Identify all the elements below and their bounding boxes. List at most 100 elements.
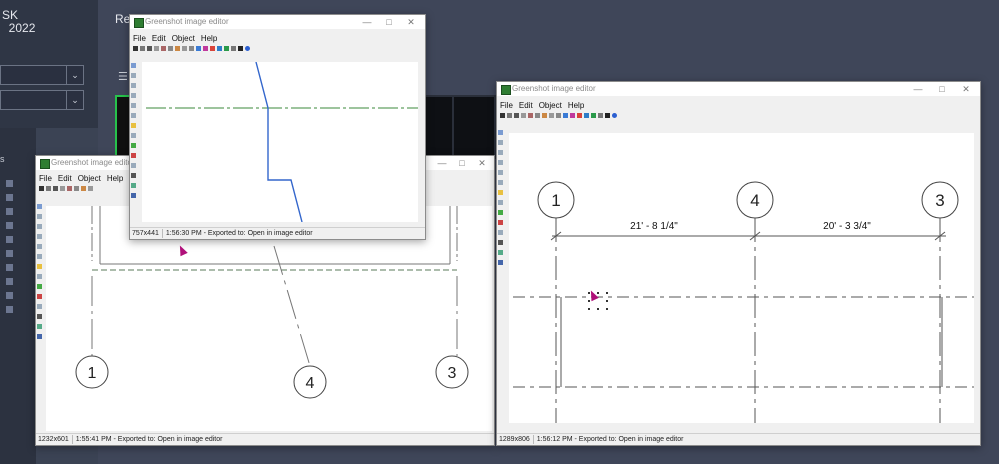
image-canvas[interactable]: 1 4 3 21' - 8 1/4" 20' - 3 3/4": [509, 133, 974, 423]
help-icon[interactable]: [245, 46, 250, 51]
save-icon[interactable]: [500, 113, 505, 118]
copy-icon[interactable]: [46, 186, 51, 191]
save-icon[interactable]: [133, 46, 138, 51]
crop-tool-icon[interactable]: [37, 314, 42, 319]
print-icon[interactable]: [147, 46, 152, 51]
settings-icon[interactable]: [154, 46, 159, 51]
paste-icon[interactable]: [168, 46, 173, 51]
copy-icon[interactable]: [140, 46, 145, 51]
cut-icon[interactable]: [528, 113, 533, 118]
text-tool-icon[interactable]: [498, 210, 503, 215]
crop-tool-icon[interactable]: [131, 173, 136, 178]
undo-icon[interactable]: [175, 46, 180, 51]
rectangle-tool-icon[interactable]: [498, 140, 503, 145]
resize-tool-icon[interactable]: [131, 193, 136, 198]
email-icon[interactable]: [584, 113, 589, 118]
arrow-tool-icon[interactable]: [37, 244, 42, 249]
info-icon[interactable]: [605, 113, 610, 118]
speech-bubble-tool-icon[interactable]: [37, 304, 42, 309]
save-icon[interactable]: [39, 186, 44, 191]
obfuscate-tool-icon[interactable]: [37, 274, 42, 279]
upload-icon[interactable]: [570, 113, 575, 118]
minimize-button[interactable]: —: [357, 16, 377, 28]
line-tool-icon[interactable]: [498, 160, 503, 165]
close-button[interactable]: ✕: [472, 157, 492, 169]
grid-label: 4: [306, 375, 315, 392]
paste-icon[interactable]: [535, 113, 540, 118]
resize-tool-icon[interactable]: [498, 260, 503, 265]
rotate-icon[interactable]: [189, 46, 194, 51]
info-icon[interactable]: [238, 46, 243, 51]
list-view-icon[interactable]: ☰: [118, 70, 128, 83]
upload-icon[interactable]: [203, 46, 208, 51]
redo-icon[interactable]: [182, 46, 187, 51]
image-canvas[interactable]: [142, 62, 418, 222]
recent-thumbnail[interactable]: [452, 95, 496, 159]
arrow-tool-icon[interactable]: [498, 170, 503, 175]
close-button[interactable]: ✕: [401, 16, 421, 28]
maximize-button[interactable]: □: [379, 16, 399, 28]
template-dropdown[interactable]: ⌄: [0, 65, 84, 85]
image-tool-icon[interactable]: [37, 324, 42, 329]
speech-bubble-tool-icon[interactable]: [131, 163, 136, 168]
copy-icon[interactable]: [507, 113, 512, 118]
obfuscate-tool-icon[interactable]: [131, 133, 136, 138]
rotate-icon[interactable]: [556, 113, 561, 118]
paste-icon[interactable]: [74, 186, 79, 191]
image-tool-icon[interactable]: [498, 250, 503, 255]
maximize-button[interactable]: □: [932, 83, 952, 95]
cut-icon[interactable]: [161, 46, 166, 51]
minimize-button[interactable]: —: [908, 83, 928, 95]
print-icon[interactable]: [514, 113, 519, 118]
counter-tool-icon[interactable]: [498, 220, 503, 225]
arrow-tool-icon[interactable]: [131, 103, 136, 108]
cut-icon[interactable]: [67, 186, 72, 191]
pen-tool-icon[interactable]: [37, 254, 42, 259]
text-tool-icon[interactable]: [131, 143, 136, 148]
settings-icon[interactable]: [521, 113, 526, 118]
minimize-button[interactable]: —: [432, 157, 452, 169]
share-icon[interactable]: [577, 113, 582, 118]
cursor-tool-icon[interactable]: [498, 130, 503, 135]
ellipse-tool-icon[interactable]: [37, 224, 42, 229]
redo-icon[interactable]: [88, 186, 93, 191]
ellipse-tool-icon[interactable]: [498, 150, 503, 155]
crop-tool-icon[interactable]: [498, 240, 503, 245]
excel-icon[interactable]: [591, 113, 596, 118]
counter-tool-icon[interactable]: [37, 294, 42, 299]
print-icon[interactable]: [53, 186, 58, 191]
export-icon[interactable]: [196, 46, 201, 51]
pen-tool-icon[interactable]: [131, 113, 136, 118]
excel-icon[interactable]: [224, 46, 229, 51]
highlight-tool-icon[interactable]: [131, 123, 136, 128]
obfuscate-tool-icon[interactable]: [498, 200, 503, 205]
counter-tool-icon[interactable]: [131, 153, 136, 158]
email-icon[interactable]: [217, 46, 222, 51]
resize-tool-icon[interactable]: [37, 334, 42, 339]
open-dropdown[interactable]: ⌄: [0, 90, 84, 110]
word-icon[interactable]: [598, 113, 603, 118]
redo-icon[interactable]: [549, 113, 554, 118]
pen-tool-icon[interactable]: [498, 180, 503, 185]
speech-bubble-tool-icon[interactable]: [498, 230, 503, 235]
rectangle-tool-icon[interactable]: [131, 73, 136, 78]
image-tool-icon[interactable]: [131, 183, 136, 188]
undo-icon[interactable]: [542, 113, 547, 118]
close-button[interactable]: ✕: [956, 83, 976, 95]
cursor-tool-icon[interactable]: [37, 204, 42, 209]
maximize-button[interactable]: □: [452, 157, 472, 169]
share-icon[interactable]: [210, 46, 215, 51]
export-icon[interactable]: [563, 113, 568, 118]
word-icon[interactable]: [231, 46, 236, 51]
cursor-tool-icon[interactable]: [131, 63, 136, 68]
highlight-tool-icon[interactable]: [37, 264, 42, 269]
line-tool-icon[interactable]: [37, 234, 42, 239]
settings-icon[interactable]: [60, 186, 65, 191]
text-tool-icon[interactable]: [37, 284, 42, 289]
help-icon[interactable]: [612, 113, 617, 118]
highlight-tool-icon[interactable]: [498, 190, 503, 195]
rectangle-tool-icon[interactable]: [37, 214, 42, 219]
undo-icon[interactable]: [81, 186, 86, 191]
line-tool-icon[interactable]: [131, 93, 136, 98]
ellipse-tool-icon[interactable]: [131, 83, 136, 88]
